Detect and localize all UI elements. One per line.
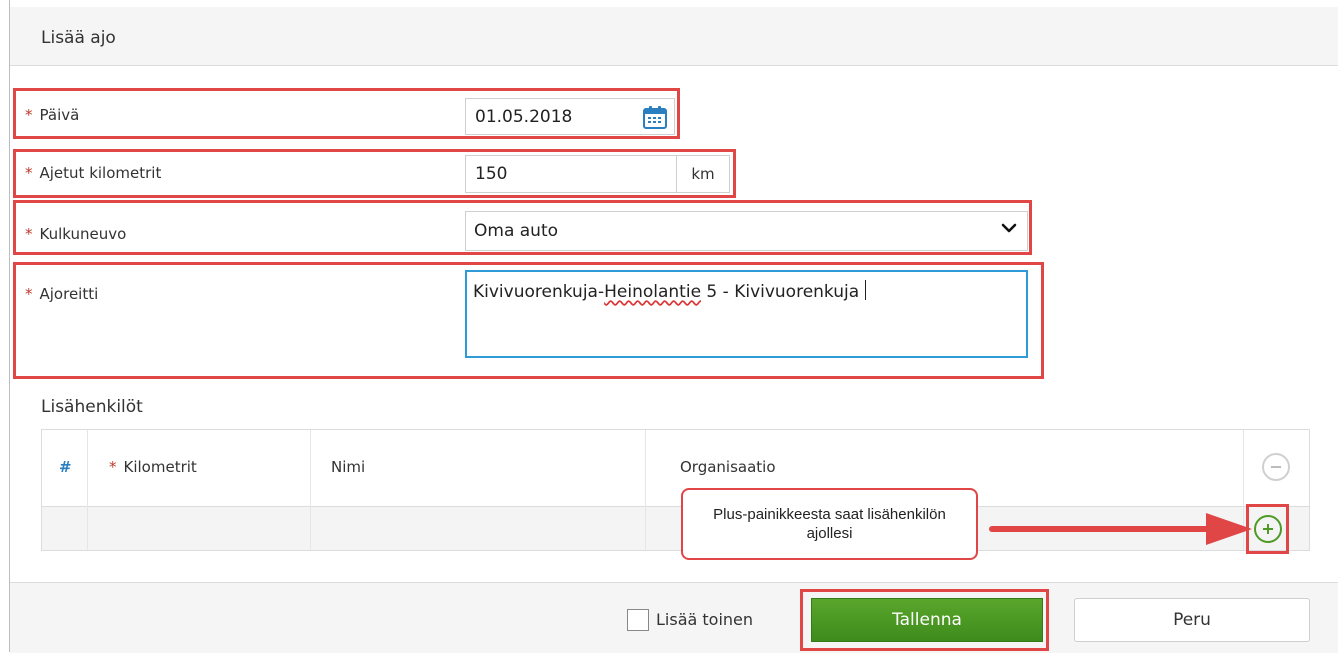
route-text-misspelled: Heinolantie: [604, 282, 702, 302]
remove-person-button[interactable]: [1262, 453, 1290, 481]
column-separator: [87, 430, 88, 550]
chevron-down-icon: [1001, 223, 1017, 233]
add-person-button[interactable]: [1254, 515, 1282, 543]
dialog-header: Lisää ajo: [10, 7, 1338, 66]
route-textarea[interactable]: Kivivuorenkuja-Heinolantie 5 - Kivivuore…: [465, 270, 1028, 358]
required-marker: *: [25, 106, 33, 124]
vehicle-select[interactable]: Oma auto: [465, 211, 1028, 251]
column-header-kilometers[interactable]: * Kilometrit: [109, 458, 197, 476]
vehicle-label-text: Kulkuneuvo: [39, 225, 127, 243]
route-text-start: Kivivuorenkuja-: [473, 282, 605, 302]
required-marker: *: [25, 225, 33, 243]
vehicle-label: * Kulkuneuvo: [25, 225, 126, 243]
extra-persons-title: Lisähenkilöt: [41, 397, 143, 417]
dialog-footer: Lisää toinen Tallenna Peru: [10, 582, 1338, 653]
add-trip-dialog: Lisää ajo * Päivä 01.05.2018 * Ajetut kilo…: [9, 0, 1338, 653]
date-input[interactable]: 01.05.2018: [465, 98, 675, 135]
column-header-name[interactable]: Nimi: [331, 458, 365, 476]
add-another-label[interactable]: Lisää toinen: [656, 610, 753, 629]
plus-circle-icon: [1263, 524, 1273, 534]
kilometers-value: 150: [475, 164, 508, 184]
text-caret: [865, 280, 867, 300]
add-another-checkbox[interactable]: [627, 609, 649, 631]
column-header-kilometers-text: Kilometrit: [123, 458, 197, 476]
callout-text: Plus-painikkeesta saat lisähenkilön ajol…: [713, 506, 946, 542]
callout-box: Plus-painikkeesta saat lisähenkilön ajol…: [681, 488, 978, 560]
minus-circle-icon: [1271, 466, 1281, 468]
kilometers-unit: km: [677, 155, 730, 193]
required-marker: *: [109, 458, 117, 476]
grid-header: [42, 430, 1309, 507]
save-button[interactable]: Tallenna: [811, 598, 1043, 642]
date-value: 01.05.2018: [475, 106, 573, 127]
required-marker: *: [25, 164, 33, 182]
date-label-text: Päivä: [39, 106, 80, 124]
cancel-button[interactable]: Peru: [1074, 598, 1310, 642]
column-header-organization[interactable]: Organisaatio: [680, 458, 776, 476]
column-separator: [645, 430, 646, 550]
date-label: * Päivä: [25, 106, 79, 124]
route-label: * Ajoreitti: [25, 285, 98, 303]
vehicle-selected: Oma auto: [474, 221, 559, 241]
kilometers-label-text: Ajetut kilometrit: [39, 164, 162, 182]
required-marker: *: [25, 285, 33, 303]
arrow-right-icon: [989, 513, 1252, 545]
column-header-number[interactable]: #: [59, 458, 72, 476]
kilometers-input[interactable]: 150: [465, 155, 677, 193]
route-label-text: Ajoreitti: [39, 285, 99, 303]
dialog-title: Lisää ajo: [41, 28, 116, 48]
kilometers-label: * Ajetut kilometrit: [25, 164, 161, 182]
calendar-icon[interactable]: [642, 105, 668, 129]
route-text-end: 5 - Kivivuorenkuja: [701, 282, 860, 302]
column-separator: [310, 430, 311, 550]
